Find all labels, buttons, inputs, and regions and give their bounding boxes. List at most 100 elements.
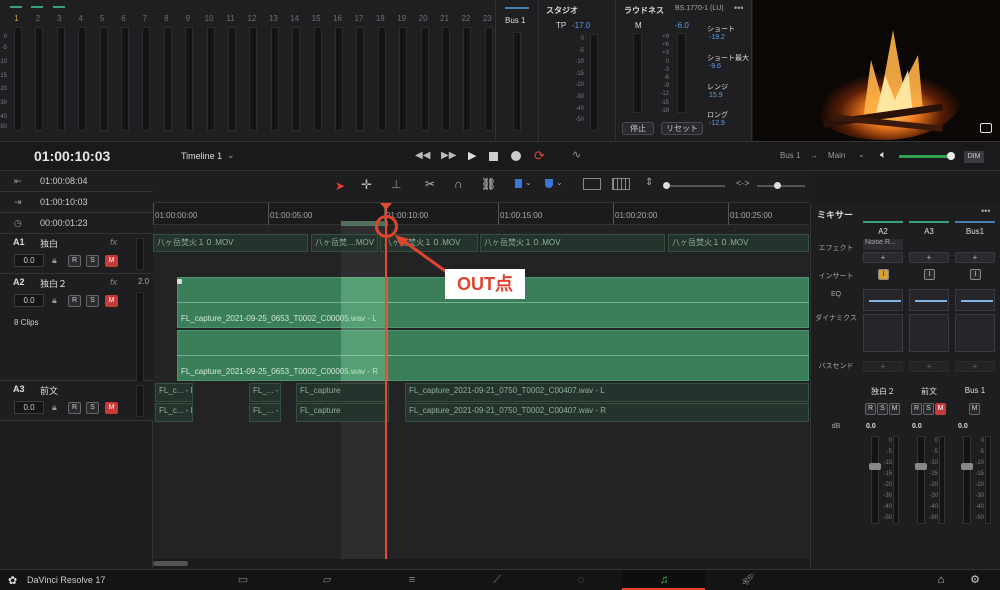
clip-handle-icon[interactable]: [177, 279, 182, 284]
track-volume[interactable]: 0.0: [14, 294, 44, 307]
record-button[interactable]: R: [865, 403, 876, 415]
lock-icon[interactable]: 🔒︎: [52, 402, 57, 413]
mute-button[interactable]: M: [889, 403, 900, 415]
meter-number[interactable]: 17: [348, 14, 369, 23]
main-output-label[interactable]: Main: [828, 151, 845, 160]
clip-a1[interactable]: 八ヶ岳焚火１０.MOV: [480, 234, 665, 252]
loudness-reset-button[interactable]: リセット: [661, 122, 703, 135]
horizontal-zoom-icon[interactable]: <·>: [736, 178, 750, 188]
play-icon[interactable]: ▶: [468, 149, 476, 162]
clip-a3-left[interactable]: FL_c... - L: [155, 383, 193, 402]
timeline-name[interactable]: Timeline 1: [181, 151, 222, 161]
stop-icon[interactable]: [489, 152, 498, 161]
meter-number[interactable]: 6: [113, 14, 134, 23]
insert-toggle[interactable]: I: [970, 269, 981, 280]
loudness-more-icon[interactable]: •••: [734, 3, 743, 13]
marker-chevron-down-icon[interactable]: ⌄: [525, 178, 532, 187]
meter-number[interactable]: 20: [413, 14, 434, 23]
timeline-scrollbar-track[interactable]: [153, 559, 809, 569]
video-viewer[interactable]: [753, 0, 1000, 141]
horizontal-zoom-knob[interactable]: [774, 182, 781, 189]
meter-number[interactable]: 7: [134, 14, 155, 23]
clip-a1[interactable]: 八ヶ岳焚....MOV: [311, 234, 378, 252]
meter-number[interactable]: 4: [70, 14, 91, 23]
meter-number[interactable]: 19: [391, 14, 412, 23]
fusion-page-icon[interactable]: ⟋: [490, 574, 504, 586]
range-tool-icon[interactable]: ✛: [361, 177, 372, 193]
focus-tool-icon[interactable]: ⊥: [391, 177, 401, 191]
edit-page-icon[interactable]: ≡: [405, 574, 419, 586]
insert-toggle[interactable]: I: [924, 269, 935, 280]
clip-a3-right[interactable]: FL_c... - R: [155, 403, 193, 422]
dynamics-thumbnail[interactable]: [863, 314, 903, 352]
effect-slot[interactable]: Noise R...: [863, 239, 903, 250]
track-header-a1[interactable]: A1 独白 fx 0.0 🔒︎ R S M: [0, 234, 153, 274]
dynamics-thumbnail[interactable]: [909, 314, 949, 352]
meter-number[interactable]: 12: [241, 14, 262, 23]
track-volume[interactable]: 0.0: [14, 401, 44, 414]
monitor-volume-knob[interactable]: [947, 152, 955, 160]
clip-a3-left[interactable]: FL_capture_2021-09-21_0750_T0002_C00407.…: [405, 383, 809, 402]
dim-button[interactable]: DIM: [964, 151, 984, 163]
info-row-value[interactable]: 01:00:10:03: [40, 197, 88, 207]
razor-tool-icon[interactable]: ✂: [425, 177, 435, 191]
lock-icon[interactable]: 🔒︎: [52, 295, 57, 306]
settings-gear-icon[interactable]: ⚙: [968, 574, 982, 586]
snapping-icon[interactable]: ∩: [454, 177, 463, 191]
add-effect-button[interactable]: +: [863, 252, 903, 263]
marker-flag-icon[interactable]: [515, 179, 522, 188]
dynamics-thumbnail[interactable]: [955, 314, 995, 352]
view-options-icon[interactable]: [612, 178, 630, 190]
link-icon[interactable]: ⛓: [481, 177, 496, 191]
add-send-button[interactable]: +: [955, 361, 995, 372]
meter-number[interactable]: 22: [455, 14, 476, 23]
track-height-icon[interactable]: [583, 178, 601, 190]
loudness-standard[interactable]: BS.1770-1 (LU): [675, 5, 724, 12]
clip-a3-right[interactable]: FL_... - R: [249, 403, 281, 422]
track-header-a2[interactable]: A2 独白２ fx 2.0 0.0 🔒︎ R S M 8 Clips: [0, 274, 153, 391]
info-row-value[interactable]: 00:00:01:23: [40, 218, 88, 228]
speaker-icon[interactable]: 🔈︎: [880, 149, 887, 162]
add-send-button[interactable]: +: [909, 361, 949, 372]
automation-icon[interactable]: ∿: [572, 148, 581, 161]
flag-chevron-down-icon[interactable]: ⌄: [556, 178, 563, 187]
loop-icon[interactable]: ⟳: [534, 148, 545, 164]
meter-number[interactable]: 10: [199, 14, 220, 23]
add-send-button[interactable]: +: [863, 361, 903, 372]
mixer-more-icon[interactable]: •••: [981, 206, 990, 216]
timeline-area[interactable]: 01:00:00:00 01:00:05:00 01:00:10:00 01:00:1…: [153, 203, 809, 569]
meter-number[interactable]: 2: [27, 14, 48, 23]
lock-icon[interactable]: 🔒︎: [52, 255, 57, 266]
playhead-line[interactable]: [385, 203, 387, 569]
solo-button[interactable]: S: [923, 403, 934, 415]
clip-a3-left[interactable]: FL_capture: [296, 383, 389, 402]
mute-button[interactable]: M: [105, 255, 118, 267]
meter-number[interactable]: 3: [49, 14, 70, 23]
meter-number[interactable]: 11: [220, 14, 241, 23]
timeline-scrollbar-thumb[interactable]: [153, 561, 188, 566]
vertical-zoom-knob[interactable]: [663, 182, 670, 189]
pointer-tool-icon[interactable]: ➤: [335, 179, 345, 193]
solo-button[interactable]: S: [877, 403, 888, 415]
track-header-a3[interactable]: A3 前文 0.0 🔒︎ R S M: [0, 381, 153, 421]
bus-output-label[interactable]: Bus 1: [780, 151, 800, 160]
solo-button[interactable]: S: [86, 295, 99, 307]
clip-a3-right[interactable]: FL_capture: [296, 403, 389, 422]
track-name[interactable]: 独白２: [40, 277, 67, 290]
viewer-options-icon[interactable]: [980, 123, 992, 133]
clip-a1[interactable]: 八ヶ岳焚火１０.MOV: [668, 234, 809, 252]
solo-button[interactable]: S: [86, 255, 99, 267]
meter-number[interactable]: 16: [327, 14, 348, 23]
insert-toggle[interactable]: I: [878, 269, 889, 280]
record-icon[interactable]: [511, 151, 521, 161]
meter-number[interactable]: 13: [263, 14, 284, 23]
meter-number[interactable]: 8: [156, 14, 177, 23]
rewind-icon[interactable]: ◀◀: [415, 150, 430, 161]
track-name[interactable]: 前文: [40, 384, 58, 397]
info-row-value[interactable]: 01:00:08:04: [40, 176, 88, 186]
output-chevron-down-icon[interactable]: ⌄: [858, 150, 865, 159]
track-fx-label[interactable]: fx: [110, 277, 117, 287]
home-icon[interactable]: ⌂: [934, 574, 948, 586]
meter-number[interactable]: 18: [370, 14, 391, 23]
add-effect-button[interactable]: +: [955, 252, 995, 263]
